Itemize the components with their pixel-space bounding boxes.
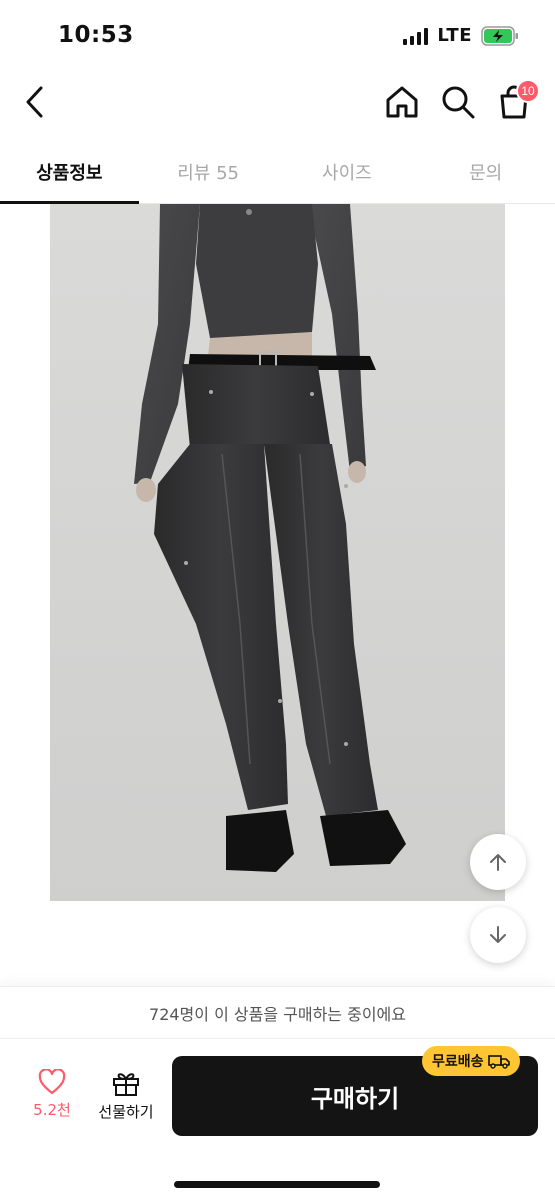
product-photo-illustration bbox=[134, 204, 406, 872]
arrow-up-icon bbox=[490, 854, 506, 871]
like-button[interactable]: 5.2천 bbox=[18, 1069, 86, 1120]
top-navigation bbox=[0, 70, 555, 140]
bottom-purchase-bar: 724명이 이 상품을 구매하는 중이에요 5.2천 선물하기 구매하기 무료배… bbox=[0, 986, 555, 1200]
truck-icon bbox=[487, 1055, 510, 1069]
product-image bbox=[50, 204, 505, 901]
home-icon[interactable] bbox=[382, 82, 422, 122]
heart-icon bbox=[38, 1069, 66, 1095]
tab-inquiry[interactable]: 문의 bbox=[416, 140, 555, 203]
free-shipping-label: 무료배송 bbox=[432, 1054, 484, 1070]
gift-label: 선물하기 bbox=[98, 1103, 154, 1121]
status-indicators: LTE bbox=[403, 25, 519, 46]
status-bar: 10:53 LTE bbox=[0, 0, 555, 70]
home-indicator bbox=[174, 1181, 380, 1188]
cart-count-badge: 10 bbox=[516, 79, 540, 103]
buyers-count-text: 724명이 이 상품을 구매하는 중이에요 bbox=[0, 987, 555, 1039]
network-label: LTE bbox=[437, 25, 472, 46]
signal-icon bbox=[403, 27, 429, 45]
tab-reviews[interactable]: 리뷰 55 bbox=[139, 140, 278, 203]
free-shipping-badge: 무료배송 bbox=[422, 1046, 520, 1076]
search-icon[interactable] bbox=[438, 82, 478, 122]
back-chevron-icon[interactable] bbox=[16, 82, 56, 122]
status-time: 10:53 bbox=[58, 22, 134, 48]
like-count: 5.2천 bbox=[33, 1101, 71, 1119]
battery-charging-icon bbox=[481, 25, 518, 46]
gift-button[interactable]: 선물하기 bbox=[92, 1069, 160, 1122]
gift-icon bbox=[113, 1073, 139, 1096]
scroll-to-top-button[interactable] bbox=[470, 834, 526, 890]
arrow-down-icon bbox=[490, 926, 506, 943]
tab-product-info[interactable]: 상품정보 bbox=[0, 140, 139, 204]
product-tabs: 상품정보 리뷰 55 사이즈 문의 bbox=[0, 140, 555, 204]
scroll-down-button[interactable] bbox=[470, 907, 526, 963]
tab-size[interactable]: 사이즈 bbox=[278, 140, 417, 203]
